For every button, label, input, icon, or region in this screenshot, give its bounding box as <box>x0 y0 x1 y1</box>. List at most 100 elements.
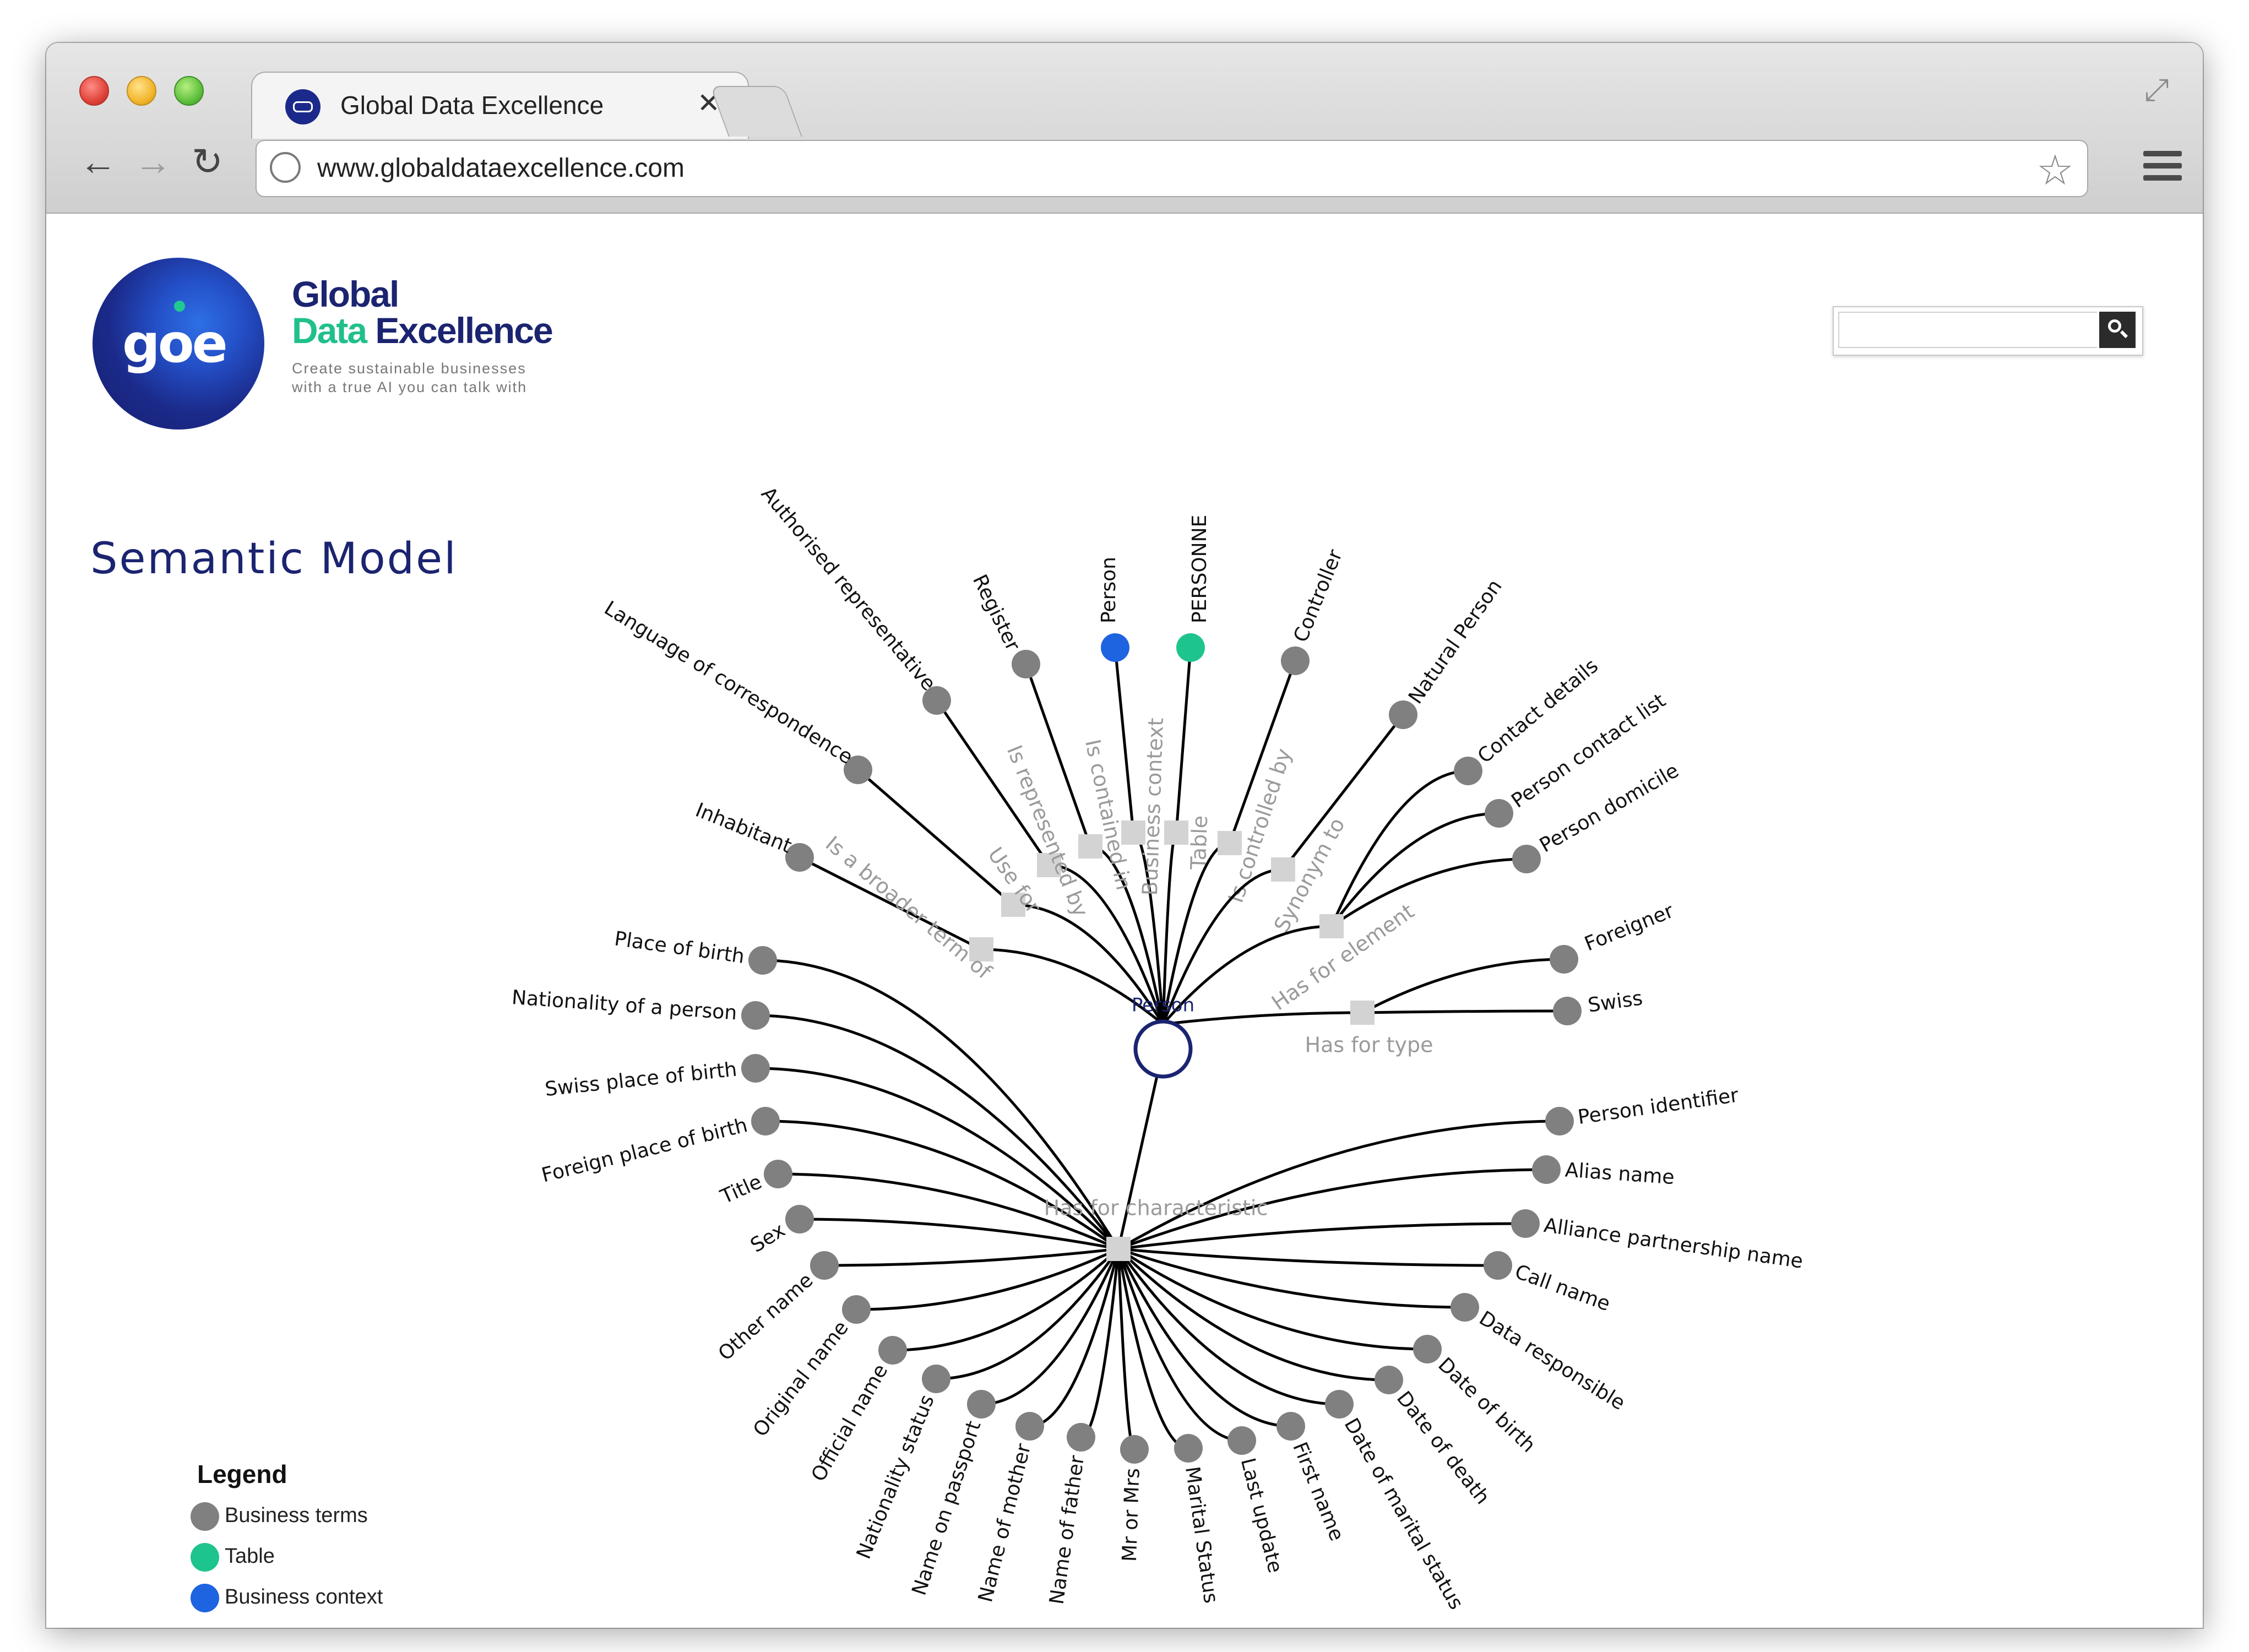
node-name-on-passport <box>967 1390 996 1419</box>
relation-label-has-for-type: Has for type <box>1305 1033 1433 1057</box>
node-name-of-mother <box>1015 1412 1044 1441</box>
node-label-swiss-place-of-birth: Swiss place of birth <box>544 1058 738 1101</box>
relation-box-synonym-to <box>1271 857 1295 882</box>
node-mr-or-mrs <box>1120 1435 1149 1464</box>
relation-box-has-for-element <box>1319 914 1344 938</box>
node-label-person: Person <box>1098 557 1120 623</box>
relation-label-is-contained-in: Is contained in <box>1080 737 1136 892</box>
center-node-label: Person <box>1132 995 1194 1017</box>
node-date-of-marital-status <box>1325 1390 1354 1419</box>
node-label-inhabitant: Inhabitant <box>692 799 795 858</box>
node-label-other-name: Other name <box>714 1269 818 1365</box>
relation-label-is-a-broader-term-of: Is a broader term of <box>821 832 997 985</box>
node-label-language-of-correspondence: Language of correspondence <box>600 597 857 769</box>
node-label-first-name: First name <box>1288 1439 1348 1544</box>
edge-has-for-type-to-foreigner <box>1361 958 1564 1014</box>
edge-characteristic-to-mr-or-mrs <box>1117 1248 1136 1451</box>
node-label-foreigner: Foreigner <box>1582 900 1677 956</box>
node-swiss <box>1553 997 1582 1025</box>
minimize-window-button[interactable] <box>127 76 156 106</box>
legend-label: Business context <box>225 1585 383 1609</box>
legend-item-business-terms: Business terms <box>191 1502 368 1531</box>
relation-box-has-for-type <box>1350 1001 1375 1025</box>
node-label-alias-name: Alias name <box>1564 1159 1675 1189</box>
node-label-controller: Controller <box>1290 546 1347 645</box>
forward-arrow-icon[interactable]: → <box>134 143 172 181</box>
legend-label: Business terms <box>225 1504 368 1528</box>
node-label-marital-status: Marital Status <box>1181 1465 1222 1605</box>
browser-window: Global Data Excellence ✕ ⤢ ← → ↻ www.glo… <box>46 43 2203 1628</box>
node-nationality-of-a-person <box>741 1001 770 1030</box>
node-label-name-of-father: Name of father <box>1046 1454 1089 1606</box>
node-label-natural-person: Natural Person <box>1404 575 1507 708</box>
edge-synonym-to-to-natural-person <box>1282 714 1404 871</box>
node-call-name <box>1484 1251 1512 1280</box>
node-label-personne: PERSONNE <box>1188 515 1211 623</box>
node-place-of-birth <box>748 946 777 975</box>
node-other-name <box>810 1251 839 1280</box>
node-label-mr-or-mrs: Mr or Mrs <box>1118 1468 1144 1562</box>
node-person-contact-list <box>1485 799 1513 828</box>
semantic-graph: Is a broader term ofInhabitantUse forLan… <box>511 483 1805 1613</box>
fullscreen-icon[interactable]: ⤢ <box>2144 72 2169 108</box>
legend-label: Table <box>225 1545 275 1568</box>
node-register <box>1012 650 1040 678</box>
node-swiss-place-of-birth <box>741 1054 770 1083</box>
relation-box-has-for-characteristic <box>1106 1237 1131 1261</box>
node-label-sex: Sex <box>747 1219 789 1257</box>
node-label-authorised-representative: Authorised representative <box>757 483 940 695</box>
node-label-register: Register <box>968 571 1024 654</box>
node-date-of-birth <box>1413 1335 1442 1363</box>
address-bar[interactable]: www.globaldataexcellence.com ☆ <box>256 140 2088 197</box>
relation-label-business-context: Business context <box>1138 718 1168 896</box>
tab-title: Global Data Excellence <box>340 91 604 119</box>
node-original-name <box>842 1295 871 1324</box>
browser-chrome: Global Data Excellence ✕ ⤢ ← → ↻ www.glo… <box>46 43 2203 214</box>
edge-characteristic-to-date-of-marital-status <box>1117 1248 1340 1406</box>
maximize-window-button[interactable] <box>174 76 204 106</box>
node-contact-details <box>1454 757 1482 785</box>
node-first-name <box>1276 1412 1305 1441</box>
node-label-nationality-of-a-person: Nationality of a person <box>511 986 738 1024</box>
node-label-official-name: Official name <box>807 1360 893 1485</box>
edge-characteristic-to-data-responsible <box>1118 1247 1465 1309</box>
relation-label-has-for-characteristic: Has for characteristic <box>1044 1196 1268 1220</box>
node-alliance-partnership-name <box>1511 1209 1540 1238</box>
node-label-data-responsible: Data responsible <box>1475 1307 1629 1415</box>
node-last-update <box>1227 1426 1256 1455</box>
node-name-of-father <box>1067 1423 1095 1452</box>
menu-hamburger-icon[interactable] <box>2143 151 2182 187</box>
node-data-responsible <box>1451 1293 1479 1322</box>
url-text[interactable]: www.globaldataexcellence.com <box>317 153 685 183</box>
node-label-alliance-partnership-name: Alliance partnership name <box>1542 1214 1805 1273</box>
node-alias-name <box>1532 1155 1561 1184</box>
node-label-title: Title <box>717 1171 765 1209</box>
node-sex <box>785 1205 814 1233</box>
node-label-name-of-mother: Name of mother <box>974 1441 1035 1604</box>
node-person-domicile <box>1512 845 1541 873</box>
node-nationality-status <box>922 1365 950 1393</box>
edge-has-for-type-to-swiss <box>1362 1009 1568 1014</box>
edge-characteristic-to-sex <box>799 1218 1119 1251</box>
legend-dot-icon <box>191 1543 219 1572</box>
node-natural-person <box>1389 700 1417 729</box>
back-arrow-icon[interactable]: ← <box>79 143 117 181</box>
center-node <box>1133 1019 1193 1079</box>
legend-dot-icon <box>191 1502 219 1531</box>
browser-tab[interactable]: Global Data Excellence ✕ <box>251 72 749 139</box>
close-window-button[interactable] <box>79 76 109 106</box>
node-label-place-of-birth: Place of birth <box>613 927 746 968</box>
node-label-swiss: Swiss <box>1587 987 1644 1017</box>
node-label-person-identifier: Person identifier <box>1577 1084 1740 1129</box>
node-label-call-name: Call name <box>1512 1260 1613 1316</box>
node-official-name <box>878 1336 907 1365</box>
node-controller <box>1281 646 1310 675</box>
relation-box-table <box>1164 820 1188 845</box>
reload-icon[interactable]: ↻ <box>192 143 223 181</box>
relation-box-is-contained-in <box>1078 834 1102 858</box>
node-title <box>764 1160 792 1188</box>
favicon-icon <box>285 89 320 124</box>
node-personne <box>1176 633 1205 662</box>
node-marital-status <box>1174 1434 1203 1463</box>
bookmark-star-icon[interactable]: ☆ <box>2036 145 2074 194</box>
